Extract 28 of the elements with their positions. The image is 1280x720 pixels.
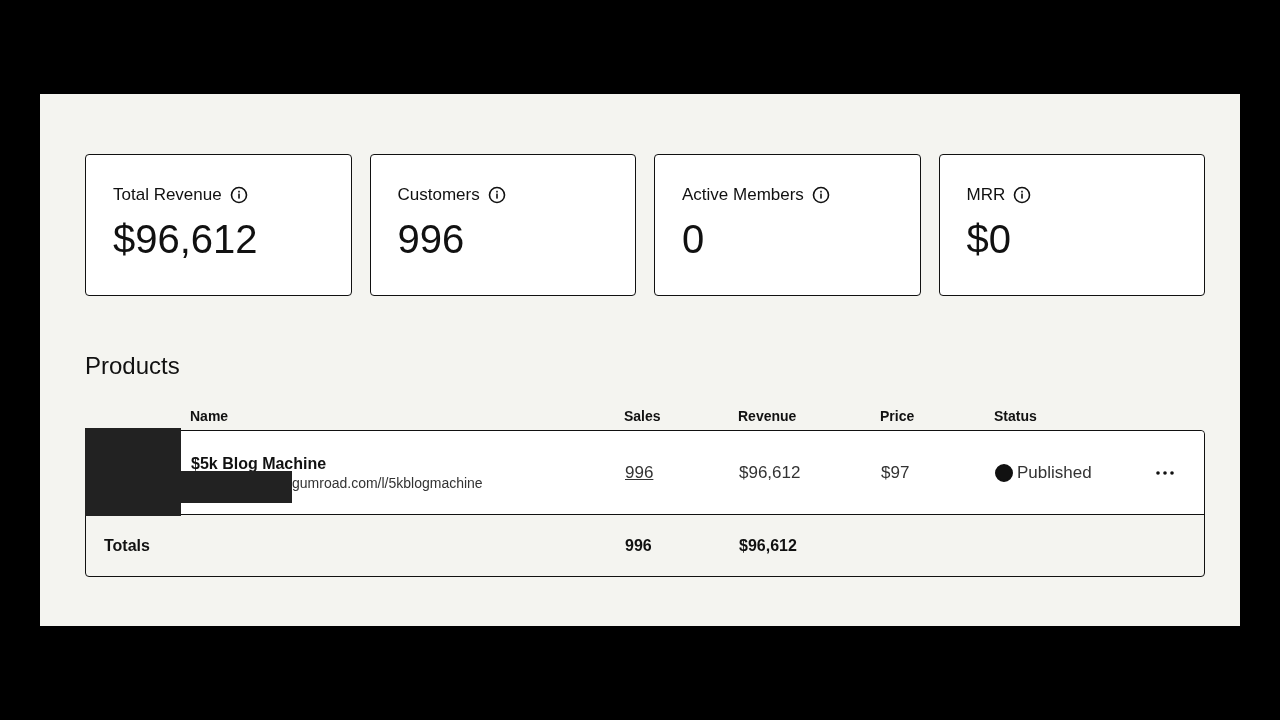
sales-link[interactable]: 996 [625, 462, 739, 483]
stat-value: 0 [682, 219, 706, 259]
stat-label: Customers [397, 185, 480, 205]
table-cell-text: $96,612 [739, 536, 798, 555]
more-icon[interactable] [1156, 470, 1174, 475]
table-cell-text: 996 [625, 536, 653, 555]
section-title: Products [85, 354, 181, 378]
column-header: Price [880, 408, 916, 424]
product-url[interactable]: gumroad.com/l/5kblogmachine [292, 474, 483, 491]
column-header: Status [994, 408, 1038, 424]
stat-value: $0 [966, 219, 1012, 259]
status-text: Published [1017, 462, 1092, 483]
column-header: Name [190, 408, 230, 424]
totals-label: Totals [103, 536, 151, 555]
stat-value: 996 [397, 219, 466, 259]
stat-label: Active Members [682, 185, 804, 205]
table-cell-text: $97 [881, 462, 911, 483]
stat-value: $96,612 [113, 219, 259, 259]
column-header: Sales [624, 408, 662, 424]
info-icon[interactable] [229, 186, 248, 204]
stat-label: MRR [966, 185, 1006, 205]
info-icon[interactable] [811, 186, 830, 204]
info-icon[interactable] [1013, 186, 1032, 204]
info-icon[interactable] [487, 186, 506, 204]
product-name[interactable]: $5k Blog Machine [191, 454, 625, 473]
column-header: Revenue [738, 408, 798, 424]
stat-label: Total Revenue [113, 185, 222, 205]
table-cell-text: $96,612 [739, 462, 802, 483]
